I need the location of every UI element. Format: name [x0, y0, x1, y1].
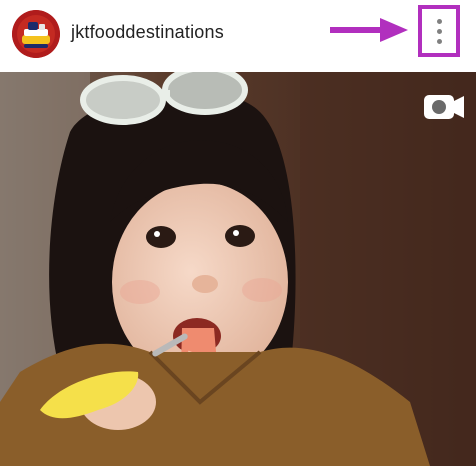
post-header: jktfooddestinations	[0, 0, 476, 72]
post-video[interactable]	[0, 72, 476, 466]
annotation-arrow-icon	[330, 18, 408, 42]
more-dot-icon	[437, 39, 442, 44]
username[interactable]: jktfooddestinations	[71, 22, 224, 43]
more-dot-icon	[437, 29, 442, 34]
more-options-button[interactable]	[418, 5, 460, 57]
profile-avatar[interactable]	[12, 10, 60, 58]
avatar-logo-icon	[12, 10, 60, 58]
video-frame	[0, 72, 476, 466]
more-dot-icon	[437, 19, 442, 24]
video-camera-icon	[424, 95, 464, 119]
